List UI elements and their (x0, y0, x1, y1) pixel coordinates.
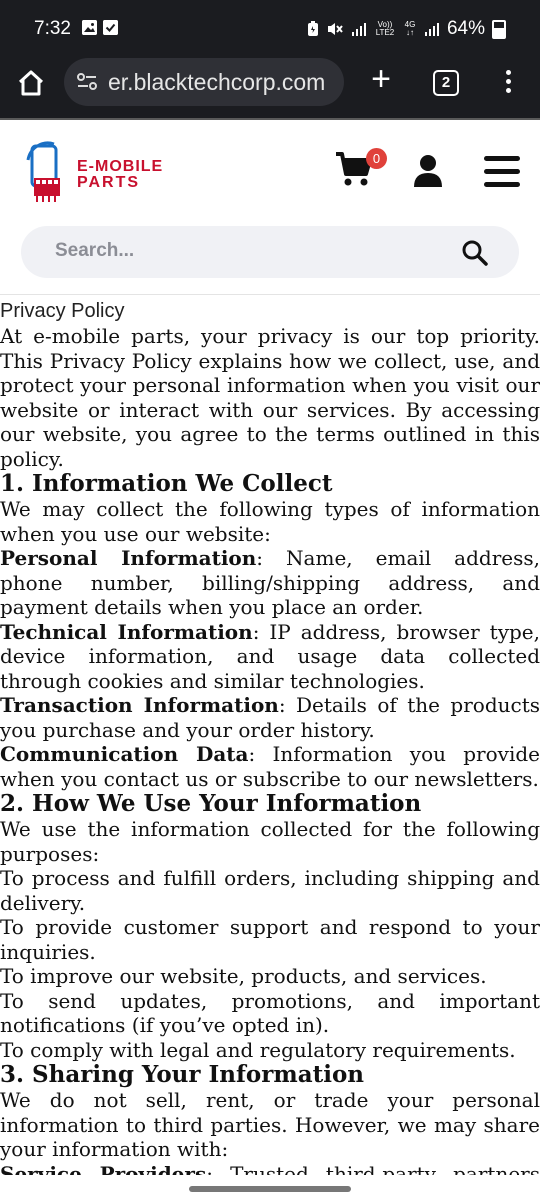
url-text[interactable]: er.blacktechcorp.com (108, 69, 325, 96)
status-time: 7:32 (34, 18, 71, 39)
battery-icon (492, 19, 506, 39)
image-icon (82, 20, 97, 35)
tab-switcher-button[interactable]: 2 (433, 70, 459, 96)
menu-button[interactable] (484, 156, 520, 188)
menu-icon-bar (484, 156, 520, 161)
list-item: Transaction Information: Details of the … (0, 693, 540, 742)
policy-content: Privacy Policy At e-mobile parts, your p… (0, 298, 540, 1175)
search-box (21, 226, 519, 278)
cart-count-badge: 0 (366, 148, 387, 169)
battery-percent: 64% (446, 18, 485, 39)
list-item: To improve our website, products, and se… (0, 964, 487, 988)
section-2-heading: 2. How We Use Your Information (0, 790, 422, 817)
list-item: To provide customer support and respond … (0, 915, 540, 964)
list-item: Communication Data: Information you prov… (0, 742, 540, 791)
menu-icon-bar (484, 169, 520, 174)
network-type: 4G ↓↑ (404, 20, 416, 37)
gesture-bar[interactable] (189, 1186, 351, 1192)
battery-saver-icon (307, 21, 318, 36)
search-icon[interactable] (461, 239, 489, 267)
home-icon (18, 70, 44, 96)
section-2-intro: We use the information collected for the… (0, 817, 540, 866)
lte-label: Vo)) LTE2 (375, 20, 395, 37)
menu-icon-bar (484, 182, 520, 187)
checkbox-notification-icon (103, 20, 118, 35)
site-header: E-MOBILE PARTS 0 (0, 120, 540, 295)
list-item: To comply with legal and regulatory requ… (0, 1037, 516, 1062)
user-icon (414, 155, 442, 187)
new-tab-button[interactable]: + (366, 62, 396, 96)
browser-toolbar: er.blacktechcorp.com + 2 (0, 58, 540, 118)
section-3-heading: 3. Sharing Your Information (0, 1061, 365, 1088)
section-1-heading: 1. Information We Collect (0, 470, 333, 497)
home-button[interactable] (16, 68, 50, 102)
page-title: Privacy Policy (0, 300, 125, 322)
section-1-intro: We may collect the following types of in… (0, 497, 540, 546)
intro-paragraph: At e-mobile parts, your privacy is our t… (0, 324, 540, 471)
status-right: Vo)) LTE2 4G ↓↑ 64% (307, 18, 506, 40)
account-button[interactable] (412, 154, 444, 188)
mute-icon (327, 23, 343, 35)
address-bar[interactable]: er.blacktechcorp.com (64, 58, 344, 106)
notification-icons (82, 20, 118, 35)
search-input[interactable] (53, 239, 437, 263)
site-logo[interactable]: E-MOBILE PARTS (24, 140, 186, 206)
signal-icon (351, 22, 366, 36)
signal-icon-2 (424, 22, 439, 36)
section-3-intro: We do not sell, rent, or trade your pers… (0, 1088, 540, 1161)
list-item: To process and fulfill orders, including… (0, 866, 540, 915)
list-item: Personal Information: Name, email addres… (0, 546, 540, 619)
status-bar: 7:32 Vo)) LTE2 4G ↓↑ 64% (0, 0, 540, 58)
header-divider (0, 294, 540, 295)
logo-text-line2: PARTS (77, 174, 141, 191)
logo-mark-icon (26, 141, 60, 202)
browser-menu-button[interactable] (504, 68, 512, 98)
list-item: Technical Information: IP address, brows… (0, 619, 540, 693)
list-item: Service Providers: Trusted third-party p… (0, 1161, 540, 1175)
site-settings-icon[interactable] (76, 72, 98, 92)
list-item: To send updates, promotions, and importa… (0, 988, 540, 1038)
